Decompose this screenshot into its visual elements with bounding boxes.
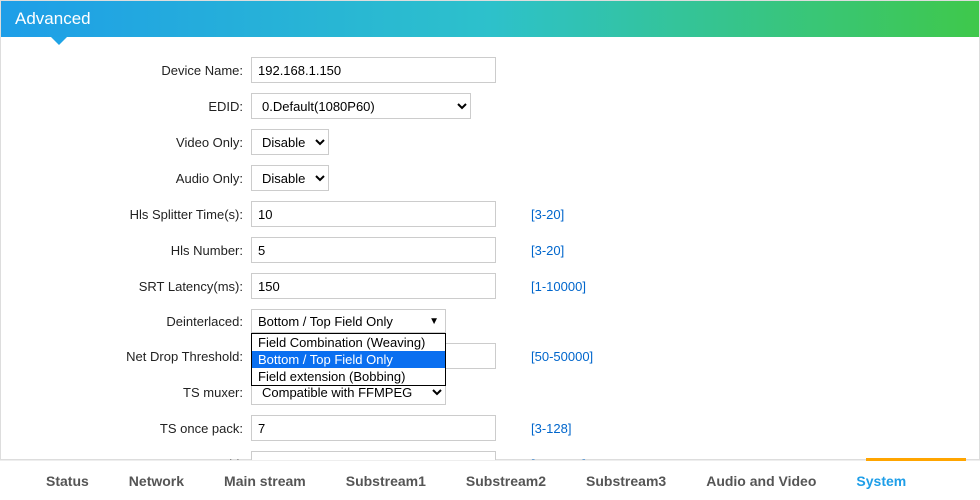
label-audio-only: Audio Only: xyxy=(11,171,251,186)
label-net-drop: Net Drop Threshold: xyxy=(11,349,251,364)
nav-audio-video[interactable]: Audio and Video xyxy=(690,463,832,499)
row-hls-splitter: Hls Splitter Time(s): [3-20] xyxy=(11,201,969,227)
row-hls-number: Hls Number: [3-20] xyxy=(11,237,969,263)
label-ts-once-pack: TS once pack: xyxy=(11,421,251,436)
row-edid: EDID: 0.Default(1080P60) xyxy=(11,93,969,119)
label-video-only: Video Only: xyxy=(11,135,251,150)
deinterlaced-option-bottom-top[interactable]: Bottom / Top Field Only xyxy=(252,351,445,368)
hint-hls-splitter: [3-20] xyxy=(511,207,564,222)
edid-select[interactable]: 0.Default(1080P60) xyxy=(251,93,471,119)
nav-substream2[interactable]: Substream2 xyxy=(450,463,562,499)
bottom-navbar: Status Network Main stream Substream1 Su… xyxy=(0,460,980,500)
label-hls-splitter: Hls Splitter Time(s): xyxy=(11,207,251,222)
panel-title: Advanced xyxy=(15,9,91,28)
row-audio-only: Audio Only: Disable xyxy=(11,165,969,191)
nav-substream1[interactable]: Substream1 xyxy=(330,463,442,499)
srt-latency-input[interactable] xyxy=(251,273,496,299)
hls-number-input[interactable] xyxy=(251,237,496,263)
form-area: Device Name: EDID: 0.Default(1080P60) Vi… xyxy=(1,37,979,497)
nav-substream3[interactable]: Substream3 xyxy=(570,463,682,499)
row-ts-once-pack: TS once pack: [3-128] xyxy=(11,415,969,441)
nav-network[interactable]: Network xyxy=(113,463,200,499)
row-video-only: Video Only: Disable xyxy=(11,129,969,155)
panel-header: Advanced xyxy=(1,1,979,37)
deinterlaced-select[interactable]: Bottom / Top Field Only ▼ xyxy=(251,309,446,333)
hint-net-drop: [50-50000] xyxy=(511,349,593,364)
row-deinterlaced: Deinterlaced: Bottom / Top Field Only ▼ … xyxy=(11,309,969,333)
chevron-down-icon: ▼ xyxy=(429,316,439,327)
nav-main-stream[interactable]: Main stream xyxy=(208,463,322,499)
audio-only-select[interactable]: Disable xyxy=(251,165,329,191)
row-device-name: Device Name: xyxy=(11,57,969,83)
video-only-select[interactable]: Disable xyxy=(251,129,329,155)
label-edid: EDID: xyxy=(11,99,251,114)
nav-status[interactable]: Status xyxy=(30,463,105,499)
label-ts-muxer: TS muxer: xyxy=(11,385,251,400)
row-ts-muxer: TS muxer: Compatible with FFMPEG xyxy=(11,379,969,405)
label-hls-number: Hls Number: xyxy=(11,243,251,258)
active-tab-indicator xyxy=(866,458,966,461)
deinterlaced-selected-value: Bottom / Top Field Only xyxy=(258,314,393,329)
label-device-name: Device Name: xyxy=(11,63,251,78)
hint-srt-latency: [1-10000] xyxy=(511,279,586,294)
deinterlaced-option-weaving[interactable]: Field Combination (Weaving) xyxy=(252,334,445,351)
hint-ts-once-pack: [3-128] xyxy=(511,421,571,436)
row-srt-latency: SRT Latency(ms): [1-10000] xyxy=(11,273,969,299)
device-name-input[interactable] xyxy=(251,57,496,83)
hls-splitter-input[interactable] xyxy=(251,201,496,227)
hint-hls-number: [3-20] xyxy=(511,243,564,258)
deinterlaced-options: Field Combination (Weaving) Bottom / Top… xyxy=(251,333,446,386)
label-deinterlaced: Deinterlaced: xyxy=(11,314,251,329)
nav-system[interactable]: System xyxy=(840,463,922,499)
label-srt-latency: SRT Latency(ms): xyxy=(11,279,251,294)
row-net-drop: Net Drop Threshold: [50-50000] xyxy=(11,343,969,369)
ts-once-pack-input[interactable] xyxy=(251,415,496,441)
main-panel: Advanced Device Name: EDID: 0.Default(10… xyxy=(0,0,980,460)
deinterlaced-option-bobbing[interactable]: Field extension (Bobbing) xyxy=(252,368,445,385)
